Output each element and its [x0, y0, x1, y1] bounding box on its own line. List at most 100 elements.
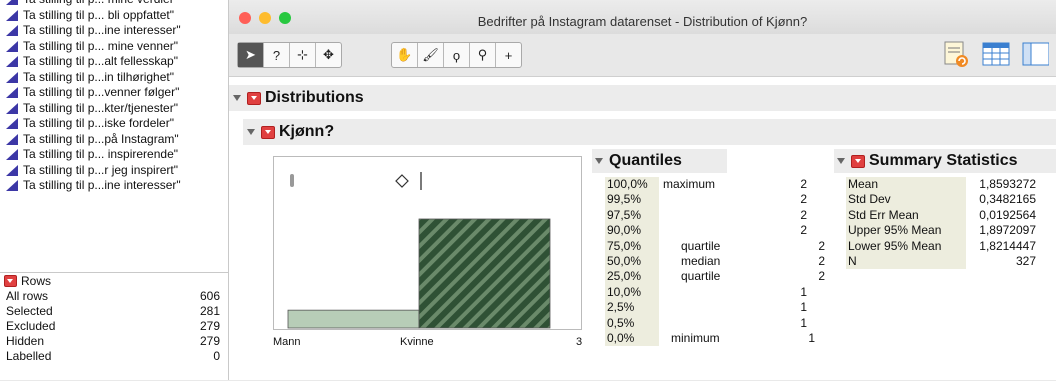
column-item[interactable]: Ta stilling til p...in tilhørighet": [0, 70, 228, 86]
red-triangle-menu-icon[interactable]: [261, 125, 275, 139]
distributions-title: Distributions: [265, 89, 364, 106]
rows-stat-label: Labelled: [6, 349, 52, 363]
arrow-tool-icon[interactable]: ➤: [238, 43, 264, 67]
rows-stat-row: Selected 281: [0, 304, 228, 319]
help-tool-icon[interactable]: ?: [264, 43, 290, 67]
summary-value: 1,8214447: [979, 238, 1036, 253]
quantile-row: 50,0% median 2: [605, 253, 825, 270]
continuous-column-icon: [6, 40, 18, 52]
red-triangle-menu-icon[interactable]: [247, 91, 261, 105]
quantiles-table: 100,0% maximum 2 99,5% 2 97,5% 2 90,0% 2 75,0% qua…: [605, 177, 825, 347]
column-item[interactable]: Ta stilling til p... inspirerende": [0, 147, 228, 163]
quantile-value: 2: [818, 238, 825, 253]
column-item[interactable]: Ta stilling til p...r jeg inspirert": [0, 163, 228, 179]
summary-label: Lower 95% Mean: [846, 238, 966, 254]
column-item[interactable]: Ta stilling til p...venner følger": [0, 85, 228, 101]
quantile-value: 2: [800, 177, 807, 191]
outlier-marker: [290, 174, 294, 187]
column-name: Ta stilling til p...kter/tjenester": [23, 100, 178, 115]
quantile-percent: 25,0%: [605, 269, 659, 285]
continuous-column-icon: [6, 102, 18, 114]
rows-panel: Rows All rows 606 Selected 281 Excluded 279 Hi…: [0, 272, 228, 381]
quantile-value: 2: [818, 269, 825, 284]
red-triangle-menu-icon[interactable]: [851, 154, 865, 168]
script-report-icon[interactable]: [941, 39, 971, 69]
summary-value: 1,8972097: [979, 223, 1036, 238]
lasso-tool-icon[interactable]: ϙ: [444, 43, 470, 67]
rows-stat-row: All rows 606: [0, 289, 228, 304]
column-name: Ta stilling til p... bli oppfattet": [23, 7, 175, 22]
quantile-value: 1: [800, 284, 807, 299]
column-item[interactable]: Ta stilling til p...iske fordeler": [0, 116, 228, 132]
column-item[interactable]: Ta stilling til p...ine interesser": [0, 178, 228, 194]
summary-statistics-header[interactable]: Summary Statistics: [834, 149, 1056, 173]
quantile-percent: 90,0%: [605, 223, 659, 239]
quantile-label: [659, 300, 751, 315]
red-triangle-menu-icon[interactable]: [4, 275, 17, 287]
column-name: Ta stilling til p...ine interesser": [23, 178, 181, 192]
grabber-tool-icon[interactable]: ✋: [392, 43, 418, 67]
summary-value: 327: [1015, 253, 1036, 268]
summary-label: Mean: [846, 177, 966, 193]
columns-list[interactable]: Ta stilling til p... mine verdier"Ta sti…: [0, 0, 228, 254]
column-item[interactable]: Ta stilling til p... mine venner": [0, 39, 228, 55]
crosshair-tool-icon-glyph: +: [504, 47, 513, 63]
quantile-row: 2,5% 1: [605, 300, 825, 316]
crosshair-tool-icon[interactable]: +: [496, 43, 521, 67]
disclosure-icon[interactable]: [837, 158, 845, 164]
column-name: Ta stilling til p...alt fellesskap": [23, 54, 178, 68]
quantile-value: 1: [800, 300, 807, 315]
column-name: Ta stilling til p...iske fordeler": [23, 116, 174, 130]
histogram-plot[interactable]: [273, 205, 582, 330]
quantile-row: 100,0% maximum 2: [605, 177, 825, 193]
x-tick-label: Mann: [273, 336, 301, 348]
disclosure-icon[interactable]: [233, 95, 241, 101]
rows-stat-value: 281: [199, 304, 220, 318]
variable-outline-header[interactable]: Kjønn?: [243, 119, 1056, 145]
window-title: Bedrifter på Instagram datarenset - Dist…: [477, 14, 808, 29]
rows-stat-row: Excluded 279: [0, 319, 228, 334]
continuous-column-icon: [6, 56, 18, 68]
outlier-box-plot[interactable]: [273, 156, 582, 207]
rows-panel-header[interactable]: Rows: [0, 273, 228, 289]
title-bar: Bedrifter på Instagram datarenset - Dist…: [229, 0, 1056, 34]
column-item[interactable]: Ta stilling til p...på Instagram": [0, 132, 228, 148]
quantile-label: [659, 285, 751, 300]
rows-stat-value: 606: [199, 289, 220, 303]
quantiles-header[interactable]: Quantiles: [592, 149, 727, 173]
quantile-value: 2: [800, 192, 807, 207]
summary-value: 0,3482165: [979, 192, 1036, 207]
toolbar: ➤? ⊹ ✥ ✋ 🖌 ϙ ⚲ +: [229, 34, 1056, 77]
histogram-bar-mann[interactable]: [287, 309, 420, 329]
disclosure-icon[interactable]: [247, 129, 255, 135]
rows-panel-title: Rows: [21, 274, 52, 288]
quantile-value: 1: [808, 330, 815, 345]
disclosure-icon[interactable]: [595, 158, 603, 164]
magnifier-tool-icon[interactable]: ⚲: [470, 43, 496, 67]
brush-tool-icon[interactable]: 🖌: [418, 43, 444, 67]
column-item[interactable]: Ta stilling til p... bli oppfattet": [0, 8, 228, 24]
quantile-percent: 75,0%: [605, 238, 659, 254]
quantile-label: median: [681, 253, 721, 268]
selection-tool-icon[interactable]: ⊹: [290, 43, 316, 67]
layout-icon[interactable]: [1019, 39, 1049, 69]
rows-stat-value: 279: [199, 334, 220, 348]
column-item[interactable]: Ta stilling til p...kter/tjenester": [0, 101, 228, 117]
column-name: Ta stilling til p... mine verdier": [23, 0, 178, 8]
quantile-row: 0,0% minimum 1: [605, 330, 825, 347]
quantile-percent: 99,5%: [605, 192, 659, 208]
column-item[interactable]: Ta stilling til p...ine interesser": [0, 23, 228, 39]
quantile-label: [659, 208, 751, 223]
column-item[interactable]: Ta stilling til p...alt fellesskap": [0, 54, 228, 70]
rows-stat-value: 279: [199, 319, 220, 333]
distributions-outline-header[interactable]: Distributions: [229, 85, 1056, 111]
column-item[interactable]: Ta stilling til p... mine verdier": [0, 0, 228, 8]
continuous-column-icon: [6, 164, 18, 176]
quantile-row: 10,0% 1: [605, 284, 825, 301]
histogram-bar-kvinne[interactable]: [418, 218, 551, 329]
move-tool-icon-glyph: ✥: [323, 47, 334, 62]
variable-title: Kjønn?: [279, 123, 335, 140]
move-tool-icon[interactable]: ✥: [316, 43, 341, 67]
data-table-icon[interactable]: [981, 39, 1011, 69]
quantile-row: 97,5% 2: [605, 207, 825, 224]
